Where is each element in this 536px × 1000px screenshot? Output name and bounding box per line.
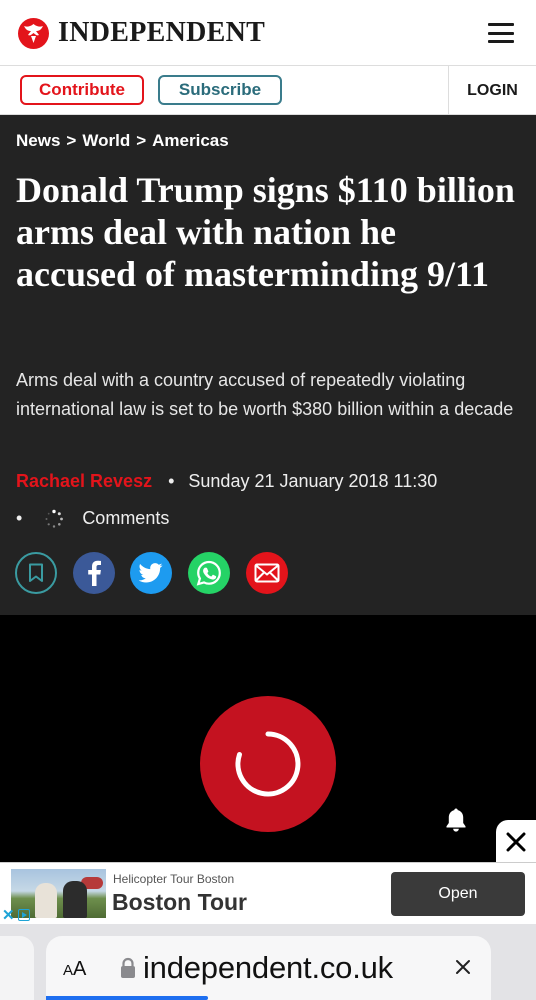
- ad-advertiser: Helicopter Tour Boston: [113, 872, 235, 886]
- ad-person: [63, 881, 87, 918]
- stop-loading-icon[interactable]: [454, 958, 472, 976]
- breadcrumb-separator: >: [136, 131, 147, 150]
- article-headline: Donald Trump signs $110 billion arms dea…: [16, 170, 515, 294]
- close-video-button[interactable]: [496, 820, 536, 864]
- ad-open-button[interactable]: Open: [391, 872, 525, 916]
- email-icon[interactable]: [246, 552, 288, 594]
- adchoices-triangle-icon: [17, 909, 30, 921]
- bullet-separator: •: [168, 471, 175, 491]
- text-size-button[interactable]: AA: [63, 958, 86, 981]
- lock-icon: [121, 957, 135, 978]
- address-bar[interactable]: AA independent.co.uk: [46, 936, 491, 1000]
- login-button[interactable]: LOGIN: [449, 66, 536, 115]
- ad-close-icon[interactable]: ✕: [2, 908, 15, 923]
- browser-toolbar: AA independent.co.uk: [0, 924, 536, 1000]
- hamburger-menu-icon[interactable]: [486, 20, 516, 46]
- video-player[interactable]: [0, 615, 536, 864]
- contribute-button[interactable]: Contribute: [20, 75, 144, 105]
- article-standfirst: Arms deal with a country accused of repe…: [16, 370, 514, 419]
- site-logo[interactable]: INDEPENDENT: [18, 16, 265, 50]
- ad-headline[interactable]: Boston Tour: [112, 889, 247, 916]
- author-link[interactable]: Rachael Revesz: [16, 471, 152, 492]
- adchoices-icon[interactable]: ✕: [0, 906, 38, 924]
- logo-wordmark: INDEPENDENT: [58, 17, 266, 48]
- comments-label: Comments: [82, 508, 170, 528]
- comments-link[interactable]: • Comments: [16, 508, 169, 529]
- facebook-icon[interactable]: [73, 552, 115, 594]
- page-load-progress: [46, 996, 208, 1000]
- notification-bell-icon[interactable]: [444, 807, 468, 838]
- breadcrumb-americas[interactable]: Americas: [152, 131, 229, 150]
- action-bar: Contribute Subscribe LOGIN: [0, 66, 536, 115]
- breadcrumb-separator: >: [66, 131, 77, 150]
- site-header: INDEPENDENT: [0, 0, 536, 66]
- article-header: News > World > Americas Donald Trump signs $…: [0, 115, 536, 615]
- bullet-separator: •: [16, 508, 23, 528]
- eagle-logo-icon: [18, 17, 49, 49]
- breadcrumb: News > World > Americas: [16, 131, 229, 151]
- breadcrumb-world[interactable]: World: [82, 131, 130, 150]
- publish-date: Sunday 21 January 2018 11:30: [188, 471, 438, 491]
- bookmark-icon[interactable]: [15, 552, 57, 594]
- subscribe-button[interactable]: Subscribe: [158, 75, 282, 105]
- close-icon: [506, 832, 526, 852]
- advertisement-banner[interactable]: Helicopter Tour Boston Boston Tour Open: [0, 862, 536, 924]
- twitter-icon[interactable]: [130, 552, 172, 594]
- byline: Rachael Revesz • Sunday 21 January 2018 …: [16, 471, 437, 492]
- breadcrumb-news[interactable]: News: [16, 131, 60, 150]
- loading-spinner-icon[interactable]: [200, 696, 336, 832]
- ad-person: [35, 883, 57, 918]
- previous-tab[interactable]: [0, 936, 34, 1000]
- loading-dots-icon: [45, 509, 64, 528]
- url-text[interactable]: independent.co.uk: [143, 950, 393, 986]
- whatsapp-icon[interactable]: [188, 552, 230, 594]
